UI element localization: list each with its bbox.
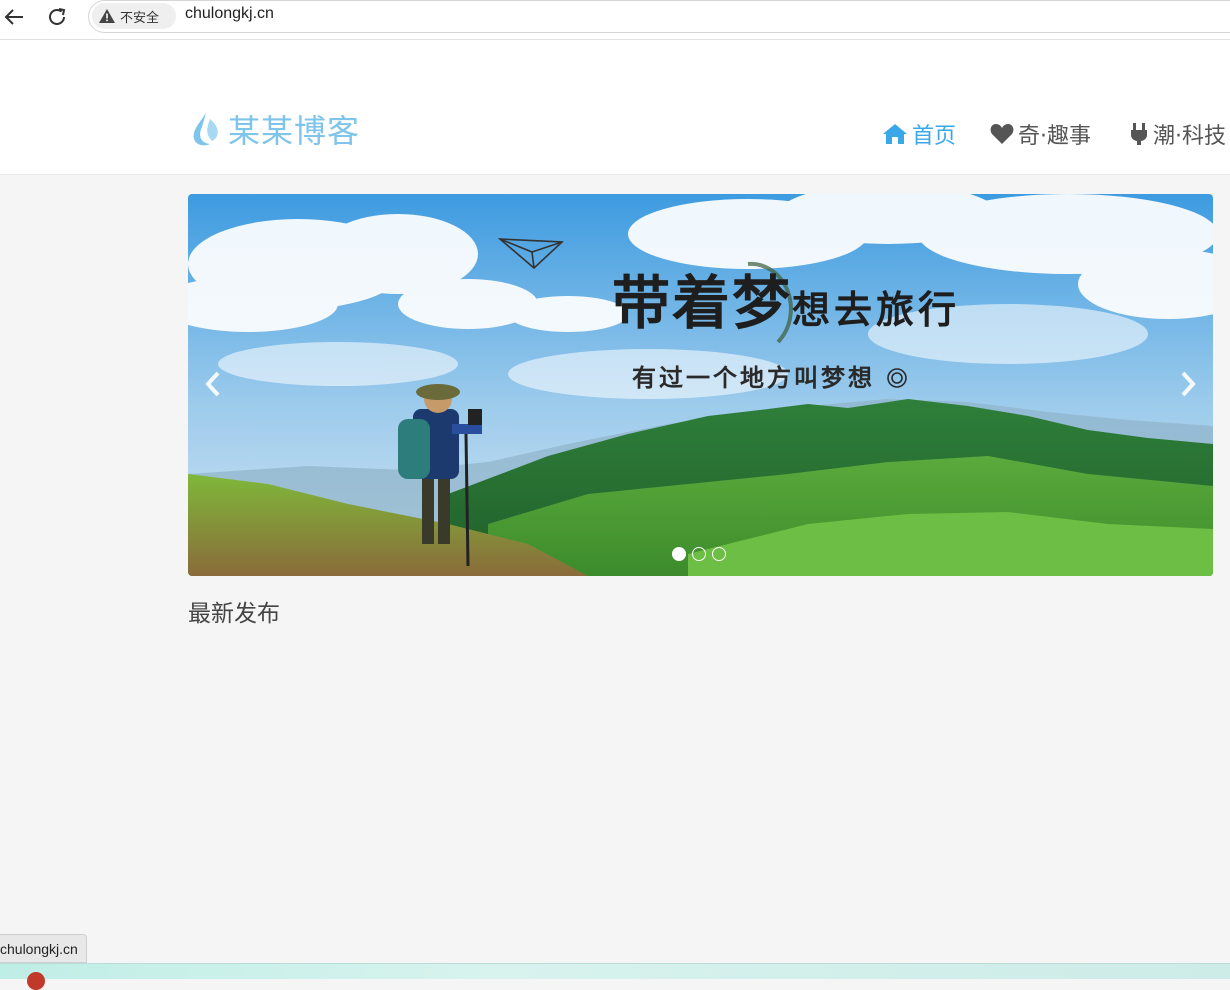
chevron-right-icon	[1181, 371, 1196, 397]
site-header: 某某博客 首页 奇·趣事 潮·科技	[0, 40, 1230, 175]
url-text[interactable]: chulongkj.cn	[185, 5, 274, 23]
nav-item-tech[interactable]: 潮·科技	[1129, 118, 1226, 150]
carousel-dot-3[interactable]	[712, 547, 726, 561]
chevron-left-icon	[205, 371, 220, 397]
nav-item-fun[interactable]: 奇·趣事	[990, 118, 1091, 150]
logo-text: 某某博客	[228, 112, 361, 150]
status-hover-url: chulongkj.cn	[0, 934, 87, 963]
carousel-indicators	[672, 547, 726, 561]
nav-label-home: 首页	[912, 124, 957, 149]
browser-toolbar: 不安全 chulongkj.cn	[0, 0, 1230, 40]
main-nav: 首页 奇·趣事 潮·科技	[882, 118, 1230, 150]
security-indicator[interactable]: 不安全	[92, 3, 176, 29]
slide-subtitle-text: 有过一个地方叫梦想	[632, 363, 875, 392]
slide-title-small: 想去旅行	[792, 287, 961, 332]
warning-icon	[99, 9, 115, 23]
slide-title-big: 带着梦	[612, 269, 793, 337]
double-circle-icon	[887, 368, 908, 388]
home-icon	[883, 124, 907, 144]
nav-label-tech: 潮·科技	[1153, 124, 1227, 149]
slide-subtitle: 有过一个地方叫梦想	[632, 358, 908, 393]
image-carousel[interactable]: 带着梦想去旅行 有过一个地方叫梦想	[188, 194, 1213, 576]
reload-button[interactable]	[43, 3, 71, 31]
slide-title: 带着梦想去旅行	[612, 256, 960, 340]
security-label: 不安全	[120, 9, 160, 25]
site-logo[interactable]: 某某博客	[188, 108, 360, 150]
back-arrow-icon	[4, 9, 23, 25]
back-button[interactable]	[0, 3, 28, 31]
taskbar-app-icon[interactable]	[27, 972, 45, 990]
taskbar-strip	[0, 963, 1230, 979]
carousel-prev-button[interactable]	[198, 364, 228, 404]
nav-item-home[interactable]: 首页	[882, 118, 956, 150]
carousel-dot-2[interactable]	[692, 547, 706, 561]
carousel-dot-1[interactable]	[672, 547, 686, 561]
carousel-next-button[interactable]	[1173, 364, 1203, 404]
reload-icon	[49, 8, 66, 25]
heart-icon	[990, 124, 1014, 144]
water-drop-logo-icon	[193, 113, 218, 146]
plug-icon	[1131, 123, 1148, 145]
nav-label-fun: 奇·趣事	[1018, 124, 1092, 149]
section-title-latest: 最新发布	[188, 601, 280, 627]
